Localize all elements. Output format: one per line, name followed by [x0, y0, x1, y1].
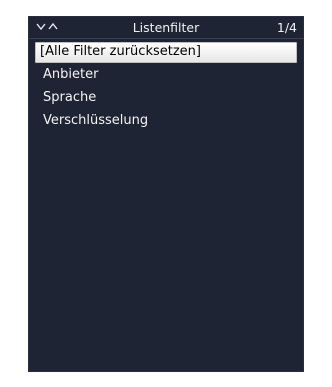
list-item-language[interactable]: Sprache	[35, 88, 297, 109]
list-item-reset-filters[interactable]: [Alle Filter zurücksetzen]	[35, 42, 297, 63]
list-item-encryption[interactable]: Verschlüsselung	[35, 111, 297, 132]
list-item-provider[interactable]: Anbieter	[35, 65, 297, 86]
menu-title: Listenfilter	[132, 20, 200, 35]
menu-header: Listenfilter 1/4	[29, 17, 303, 39]
filter-list: [Alle Filter zurücksetzen] Anbieter Spra…	[35, 42, 297, 134]
list-filter-menu: Listenfilter 1/4 [Alle Filter zurücksetz…	[28, 16, 304, 372]
page-indicator: 1/4	[276, 20, 297, 35]
